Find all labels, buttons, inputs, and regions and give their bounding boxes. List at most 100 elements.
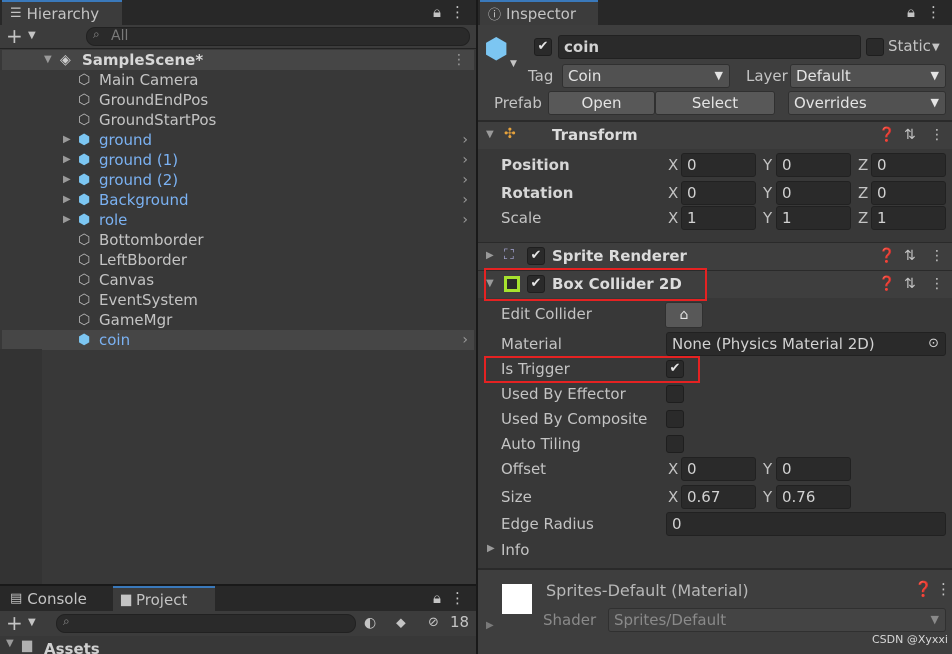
sprite-help-icon[interactable]: ❓ xyxy=(878,248,895,264)
transform-collapse-icon[interactable]: ▼ xyxy=(486,129,494,140)
used-by-effector-checkbox[interactable] xyxy=(666,385,684,403)
sprite-more-icon[interactable]: ⋮ xyxy=(930,248,944,264)
scale-y-field[interactable]: 1 xyxy=(776,206,851,230)
hidden-packages-icon[interactable]: ⊘ xyxy=(428,613,439,633)
hierarchy-item[interactable]: ⬡ LeftBborder xyxy=(2,250,474,270)
expand-triangle-icon[interactable]: ▶ xyxy=(63,170,71,190)
hierarchy-item[interactable]: ⬡ Bottomborder xyxy=(2,230,474,250)
expand-triangle-icon[interactable]: ▶ xyxy=(63,190,71,210)
hierarchy-list-icon: ☰ xyxy=(10,6,22,21)
object-picker-icon[interactable]: ⊙ xyxy=(928,333,939,355)
hierarchy-item[interactable]: ⬡ EventSystem xyxy=(2,290,474,310)
material-expand-icon[interactable]: ▶ xyxy=(486,620,494,631)
presets-icon[interactable]: ⇅ xyxy=(904,127,916,143)
transform-header[interactable]: ▼ ✣ Transform ❓ ⇅ ⋮ xyxy=(478,121,952,149)
sprite-renderer-expand-icon[interactable]: ▶ xyxy=(486,250,494,261)
hierarchy-item[interactable]: ⬢ coin › xyxy=(2,330,474,350)
used-by-composite-checkbox[interactable] xyxy=(666,410,684,428)
project-chevron-icon[interactable]: ▼ xyxy=(28,613,36,633)
rotation-x-field[interactable]: 0 xyxy=(681,181,756,205)
static-dropdown-icon[interactable]: ▼ xyxy=(932,38,940,58)
object-name-field[interactable]: coin xyxy=(558,35,861,59)
edit-collider-button[interactable]: ⌂ xyxy=(665,302,703,328)
hierarchy-item[interactable]: ▶ ⬢ Background › xyxy=(2,190,474,210)
project-add-icon[interactable]: + xyxy=(6,612,23,634)
scale-x-field[interactable]: 1 xyxy=(681,206,756,230)
project-search-input[interactable]: ⌕ xyxy=(56,614,356,633)
hierarchy-item[interactable]: ▶ ⬢ ground (2) › xyxy=(2,170,474,190)
prefab-open-button[interactable]: Open xyxy=(548,91,655,115)
tag-dropdown[interactable]: Coin ▼ xyxy=(562,64,730,88)
hierarchy-item[interactable]: ▶ ⬢ role › xyxy=(2,210,474,230)
material-more-icon[interactable]: ⋮ xyxy=(936,580,951,598)
chevron-down-icon[interactable]: ▼ xyxy=(28,26,36,46)
layer-dropdown[interactable]: Default ▼ xyxy=(790,64,946,88)
project-more-icon[interactable]: ⋮ xyxy=(450,588,465,608)
help-icon[interactable]: ❓ xyxy=(878,127,895,143)
open-prefab-chevron-icon[interactable]: › xyxy=(462,190,468,210)
tab-hierarchy[interactable]: ☰ Hierarchy xyxy=(2,0,122,25)
tab-console[interactable]: ▤ Console xyxy=(2,586,110,611)
size-y-field[interactable]: 0.76 xyxy=(776,485,851,509)
search-icon: ⌕ xyxy=(93,27,100,41)
icon-dropdown-icon[interactable]: ▼ xyxy=(510,59,517,69)
hierarchy-item[interactable]: ⬡ Canvas xyxy=(2,270,474,290)
active-checkbox[interactable]: ✔ xyxy=(534,38,552,56)
offset-x-field[interactable]: 0 xyxy=(681,457,756,481)
open-prefab-chevron-icon[interactable]: › xyxy=(462,130,468,150)
expand-triangle-icon[interactable]: ▶ xyxy=(63,150,71,170)
material-field[interactable]: None (Physics Material 2D) ⊙ xyxy=(666,332,946,356)
expand-triangle-icon[interactable]: ▼ xyxy=(44,50,52,70)
filter-by-label-icon[interactable]: ⬥ xyxy=(396,613,406,633)
offset-y-field[interactable]: 0 xyxy=(776,457,851,481)
position-z-field[interactable]: 0 xyxy=(871,153,946,177)
expand-triangle-icon[interactable]: ▶ xyxy=(63,130,71,150)
size-x-field[interactable]: 0.67 xyxy=(681,485,756,509)
more-options-icon[interactable]: ⋮ xyxy=(450,2,465,22)
prefab-select-button[interactable]: Select xyxy=(655,91,775,115)
hierarchy-search-input[interactable]: ⌕ All xyxy=(86,27,470,46)
add-icon[interactable]: + xyxy=(6,25,23,47)
assets-row[interactable]: ▼ ▆ Assets xyxy=(0,638,476,654)
inspector-lock-icon[interactable]: 🔒︎ xyxy=(902,2,920,22)
collider-presets-icon[interactable]: ⇅ xyxy=(904,276,916,292)
project-lock-icon[interactable]: 🔒︎ xyxy=(428,588,446,608)
hierarchy-item[interactable]: ▶ ⬢ ground (1) › xyxy=(2,150,474,170)
assets-expand-icon[interactable]: ▼ xyxy=(6,638,14,649)
tab-inspector[interactable]: ⓘ Inspector xyxy=(480,0,598,25)
filter-by-type-icon[interactable]: ◐ xyxy=(364,613,376,633)
open-prefab-chevron-icon[interactable]: › xyxy=(462,170,468,190)
component-more-icon[interactable]: ⋮ xyxy=(930,127,944,143)
rotation-y-field[interactable]: 0 xyxy=(776,181,851,205)
expand-triangle-icon[interactable]: ▶ xyxy=(63,210,71,230)
position-x-field[interactable]: 0 xyxy=(681,153,756,177)
lock-icon[interactable]: 🔒︎ xyxy=(428,2,446,22)
info-expand-icon[interactable]: ▶ xyxy=(487,543,495,554)
scale-z-field[interactable]: 1 xyxy=(871,206,946,230)
position-y-field[interactable]: 0 xyxy=(776,153,851,177)
open-prefab-chevron-icon[interactable]: › xyxy=(462,210,468,230)
inspector-more-icon[interactable]: ⋮ xyxy=(926,2,941,22)
scene-row[interactable]: ▼ ◈ SampleScene* ⋮ xyxy=(2,50,474,70)
open-prefab-chevron-icon[interactable]: › xyxy=(462,150,468,170)
collider-help-icon[interactable]: ❓ xyxy=(878,276,895,292)
material-help-icon[interactable]: ❓ xyxy=(914,580,933,598)
tab-project[interactable]: ▆ Project xyxy=(113,586,215,611)
shader-dropdown[interactable]: Sprites/Default ▼ xyxy=(608,608,946,632)
auto-tiling-checkbox[interactable] xyxy=(666,435,684,453)
scene-more-icon[interactable]: ⋮ xyxy=(452,50,466,70)
hierarchy-item[interactable]: ⬡ GroundStartPos xyxy=(2,110,474,130)
rotation-z-field[interactable]: 0 xyxy=(871,181,946,205)
sprite-presets-icon[interactable]: ⇅ xyxy=(904,248,916,264)
collider-more-icon[interactable]: ⋮ xyxy=(930,276,944,292)
sprite-renderer-enabled-checkbox[interactable]: ✔ xyxy=(527,247,545,265)
open-prefab-chevron-icon[interactable]: › xyxy=(462,330,468,350)
sprite-renderer-header[interactable]: ▶ ⛶ ✔ Sprite Renderer ❓ ⇅ ⋮ xyxy=(478,242,952,270)
static-checkbox[interactable] xyxy=(866,38,884,56)
hierarchy-item[interactable]: ⬡ Main Camera xyxy=(2,70,474,90)
hierarchy-item[interactable]: ▶ ⬢ ground › xyxy=(2,130,474,150)
edge-radius-field[interactable]: 0 xyxy=(666,512,946,536)
hierarchy-item[interactable]: ⬡ GroundEndPos xyxy=(2,90,474,110)
hierarchy-item[interactable]: ⬡ GameMgr xyxy=(2,310,474,330)
overrides-dropdown[interactable]: Overrides ▼ xyxy=(788,91,946,115)
